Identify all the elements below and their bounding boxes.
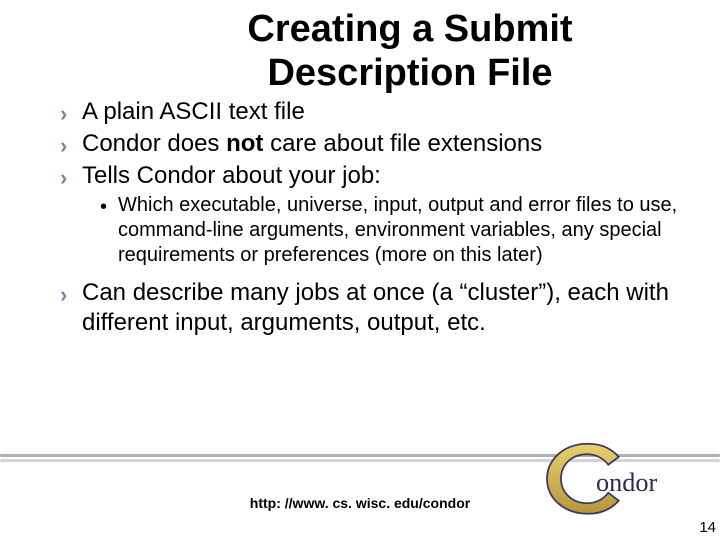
bullet-text-post: care about file extensions [263,130,542,157]
bullet-text: Condor does not care about file extensio… [82,129,542,159]
footer-url: http: //www. cs. wisc. edu/condor [0,495,720,511]
chevron-icon: › [60,134,82,158]
bullet-tells-condor: › Tells Condor about your job: [60,161,680,191]
divider [0,454,720,464]
slide-content: › A plain ASCII text file › Condor does … [0,97,720,338]
chevron-icon: › [60,283,82,307]
chevron-icon: › [60,102,82,126]
dot-icon: • [100,197,118,217]
bullet-text-pre: Condor does [82,130,226,157]
sub-bullet-text: Which executable, universe, input, outpu… [118,193,680,268]
bullet-extensions: › Condor does not care about file extens… [60,129,680,159]
sub-bullet-details: • Which executable, universe, input, out… [60,193,680,268]
slide-title: Creating a Submit Description File [0,0,720,95]
bullet-text-bold: not [226,130,263,157]
bullet-text: Can describe many jobs at once (a “clust… [82,278,680,338]
bullet-text: Tells Condor about your job: [82,161,381,191]
chevron-icon: › [60,166,82,190]
bullet-ascii: › A plain ASCII text file [60,97,680,127]
logo-text: ondor [596,468,658,497]
bullet-cluster: › Can describe many jobs at once (a “clu… [60,278,680,338]
bullet-text: A plain ASCII text file [82,97,305,127]
page-number: 14 [699,519,716,536]
